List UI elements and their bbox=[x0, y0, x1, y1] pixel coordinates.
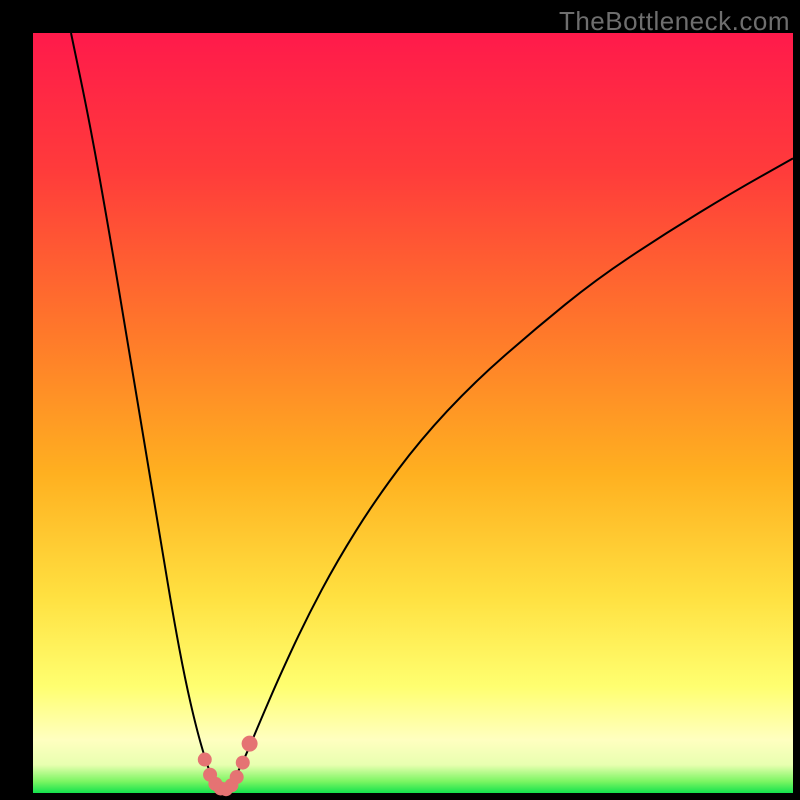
gradient-background bbox=[33, 33, 793, 793]
highlight-marker bbox=[198, 753, 212, 767]
chart-frame: TheBottleneck.com bbox=[0, 0, 800, 800]
highlight-marker bbox=[242, 736, 258, 752]
watermark-text: TheBottleneck.com bbox=[559, 6, 790, 37]
highlight-marker bbox=[230, 770, 244, 784]
plot-canvas bbox=[33, 33, 793, 793]
highlight-marker bbox=[236, 756, 250, 770]
